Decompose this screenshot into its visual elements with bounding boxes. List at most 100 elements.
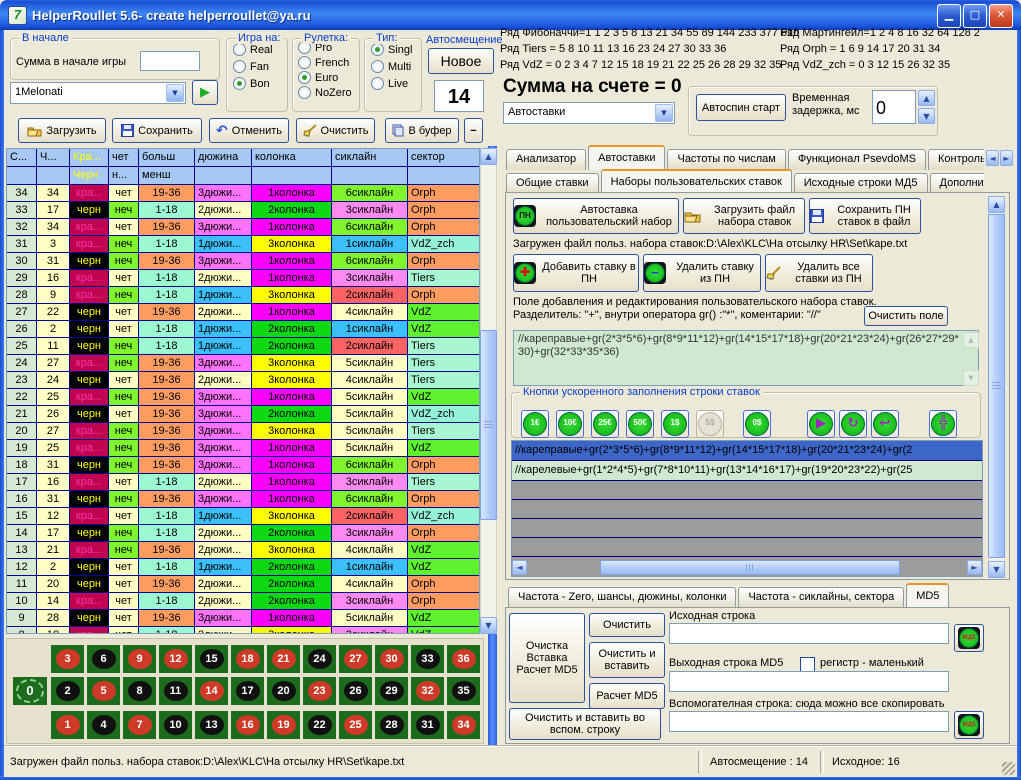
edit-scroll-down-icon[interactable]: ▼ [963, 370, 979, 386]
board-cell-28[interactable]: 28 [375, 711, 408, 739]
add-bet-button[interactable]: ✚ Добавить ставку в ПН [513, 254, 639, 292]
bet-list-item[interactable] [512, 519, 982, 538]
chevron-down-icon[interactable]: ▼ [655, 104, 673, 122]
radio-fan[interactable]: Fan [233, 60, 287, 73]
radio-nozero[interactable]: NoZero [298, 86, 359, 99]
board-cell-7[interactable]: 7 [123, 711, 156, 739]
clear-button[interactable]: Очистить [296, 118, 375, 143]
save-pn-file-button[interactable]: Сохранить ПН ставок в файл [809, 198, 921, 234]
spinner-down-icon[interactable]: ▼ [918, 108, 935, 124]
repeat-chip-button[interactable]: ↻ [839, 410, 867, 438]
clear-field-button[interactable]: Очистить поле [864, 306, 948, 326]
load-button[interactable]: Загрузить [18, 118, 106, 143]
table-row[interactable]: 1120чернчет19-362дюжи...2колонка4сиклайн… [7, 576, 479, 593]
save-button[interactable]: Сохранить [112, 118, 202, 143]
table-row[interactable]: 2126чернчет19-363дюжи...2колонка5сиклайн… [7, 406, 479, 423]
spinner-up-icon[interactable]: ▲ [918, 90, 935, 106]
undo-chip-button[interactable]: ↩ [871, 410, 899, 438]
radio-singl[interactable]: Singl [371, 43, 421, 56]
board-cell-27[interactable]: 27 [339, 645, 372, 673]
board-cell-12[interactable]: 12 [159, 645, 192, 673]
table-row[interactable]: 1512кра...чет1-181дюжи...3колонка2сиклай… [7, 508, 479, 525]
minimize-button[interactable]: ▁ [937, 4, 961, 28]
tab-2[interactable]: Частоты по числам [667, 149, 785, 170]
new-button[interactable]: Новое [428, 48, 494, 74]
table-row[interactable]: 1417черннеч1-182дюжи...2колонка3сиклайнO… [7, 525, 479, 542]
board-cell-13[interactable]: 13 [195, 711, 228, 739]
bets-combobox[interactable]: Автоставки ▼ [503, 102, 675, 124]
md5-clear-button[interactable]: Очистить [589, 613, 665, 637]
table-row[interactable]: 3317черннеч1-182дюжи...2колонка3сиклайнO… [7, 202, 479, 219]
board-cell-32[interactable]: 32 [411, 677, 444, 705]
board-cell-3[interactable]: 3 [51, 645, 84, 673]
table-row[interactable]: 1716кра...чет1-182дюжи...1колонка3сиклай… [7, 474, 479, 491]
board-cell-8[interactable]: 8 [123, 677, 156, 705]
tab-1[interactable]: Автоставки [588, 145, 665, 170]
table-row[interactable]: 2027кра...неч19-363дюжи...3колонка5сикла… [7, 423, 479, 440]
board-cell-21[interactable]: 21 [267, 645, 300, 673]
edit-scroll-up-icon[interactable]: ▲ [963, 332, 979, 348]
radio-real[interactable]: Real [233, 43, 287, 56]
board-cell-34[interactable]: 34 [447, 711, 480, 739]
copy-to-buffer-button[interactable]: В буфер [385, 118, 459, 143]
md5-output-input[interactable] [669, 671, 949, 692]
list-scrollbar-thumb[interactable] [600, 560, 900, 575]
board-cell-19[interactable]: 19 [267, 711, 300, 739]
table-row[interactable]: 818кра...чет1-182дюжи...3колонка3сиклайн… [7, 627, 479, 634]
md5-clear-paste-button[interactable]: Очистить и вставить [589, 642, 665, 678]
close-button[interactable]: ✕ [989, 4, 1013, 28]
resize-grip[interactable] [1002, 762, 1015, 775]
board-cell-15[interactable]: 15 [195, 645, 228, 673]
autospin-start-button[interactable]: Автоспин старт [696, 94, 786, 121]
md5-run-button-1[interactable]: МД5 [954, 624, 984, 652]
table-row[interactable]: 289кра...неч1-181дюжи...3колонка2сиклайн… [7, 287, 479, 304]
chip-50€[interactable]: 50€ [626, 410, 654, 438]
table-row[interactable]: 1631черннеч19-363дюжи...1колонка6сиклайн… [7, 491, 479, 508]
tab-scroll-right-icon[interactable]: ► [1000, 150, 1013, 166]
remove-bet-button[interactable]: − Удалить ставку из ПН [643, 254, 761, 292]
remove-all-bets-button[interactable]: Удалить все ставки из ПН [765, 254, 873, 292]
table-row[interactable]: 1321кра...неч19-362дюжи...3колонка4сикла… [7, 542, 479, 559]
md5-calc-button[interactable]: Расчет MD5 [589, 683, 665, 709]
board-cell-18[interactable]: 18 [231, 645, 264, 673]
table-scroll-up-icon[interactable]: ▲ [480, 148, 497, 165]
tab-2[interactable]: Исходные строки МД5 [794, 173, 928, 194]
lowercase-checkbox[interactable] [800, 657, 815, 672]
board-cell-10[interactable]: 10 [159, 711, 192, 739]
tab-1[interactable]: Наборы пользовательских ставок [601, 169, 792, 194]
radio-multi[interactable]: Multi [371, 60, 421, 73]
radio-euro[interactable]: Euro [298, 71, 359, 84]
board-cell-35[interactable]: 35 [447, 677, 480, 705]
table-row[interactable]: 2916кра...чет1-182дюжи...1колонка3сиклай… [7, 270, 479, 287]
board-cell-29[interactable]: 29 [375, 677, 408, 705]
board-cell-23[interactable]: 23 [303, 677, 336, 705]
table-row[interactable]: 2511черннеч1-181дюжи...2колонка2сиклайнT… [7, 338, 479, 355]
chip-1€[interactable]: 1€ [521, 410, 549, 438]
list-scroll-left-icon[interactable]: ◄ [512, 560, 527, 575]
board-cell-25[interactable]: 25 [339, 711, 372, 739]
radio-bon[interactable]: Bon [233, 77, 287, 90]
board-cell-11[interactable]: 11 [159, 677, 192, 705]
chevron-down-icon[interactable]: ▼ [166, 84, 184, 102]
tab-0[interactable]: Частота - Zero, шансы, дюжины, колонки [508, 587, 736, 608]
table-row[interactable]: 313кра...неч1-181дюжи...3колонка1сиклайн… [7, 236, 479, 253]
table-row[interactable]: 3234кра...чет19-363дюжи...1колонка6сикла… [7, 219, 479, 236]
radio-french[interactable]: French [298, 56, 359, 69]
table-row[interactable]: 3434кра...чет19-363дюжи...1колонка6сикла… [7, 185, 479, 202]
maximize-button[interactable]: □ [963, 4, 987, 28]
table-row[interactable]: 122чернчет1-181дюжи...2колонка1сиклайнVd… [7, 559, 479, 576]
run-profile-button[interactable]: ▶ [192, 80, 218, 105]
collapse-button[interactable]: − [464, 118, 483, 143]
table-scroll-down-icon[interactable]: ▼ [480, 617, 497, 634]
table-row[interactable]: 262чернчет1-181дюжи...2колонка1сиклайнVd… [7, 321, 479, 338]
radio-live[interactable]: Live [371, 77, 421, 90]
board-cell-31[interactable]: 31 [411, 711, 444, 739]
md5-run-button-2[interactable]: МД5 [954, 711, 984, 739]
table-row[interactable]: 2722чернчет19-362дюжи...1колонка4сиклайн… [7, 304, 479, 321]
load-bet-file-button[interactable]: Загрузить файл набора ставок [683, 198, 805, 234]
tab-4[interactable]: Контроль банкро [928, 149, 984, 170]
board-cell-20[interactable]: 20 [267, 677, 300, 705]
table-row[interactable]: 2225кра...неч19-363дюжи...1колонка5сикла… [7, 389, 479, 406]
bet-list-item[interactable] [512, 538, 982, 557]
tab-1[interactable]: Частота - сиклайны, сектора [738, 587, 904, 608]
